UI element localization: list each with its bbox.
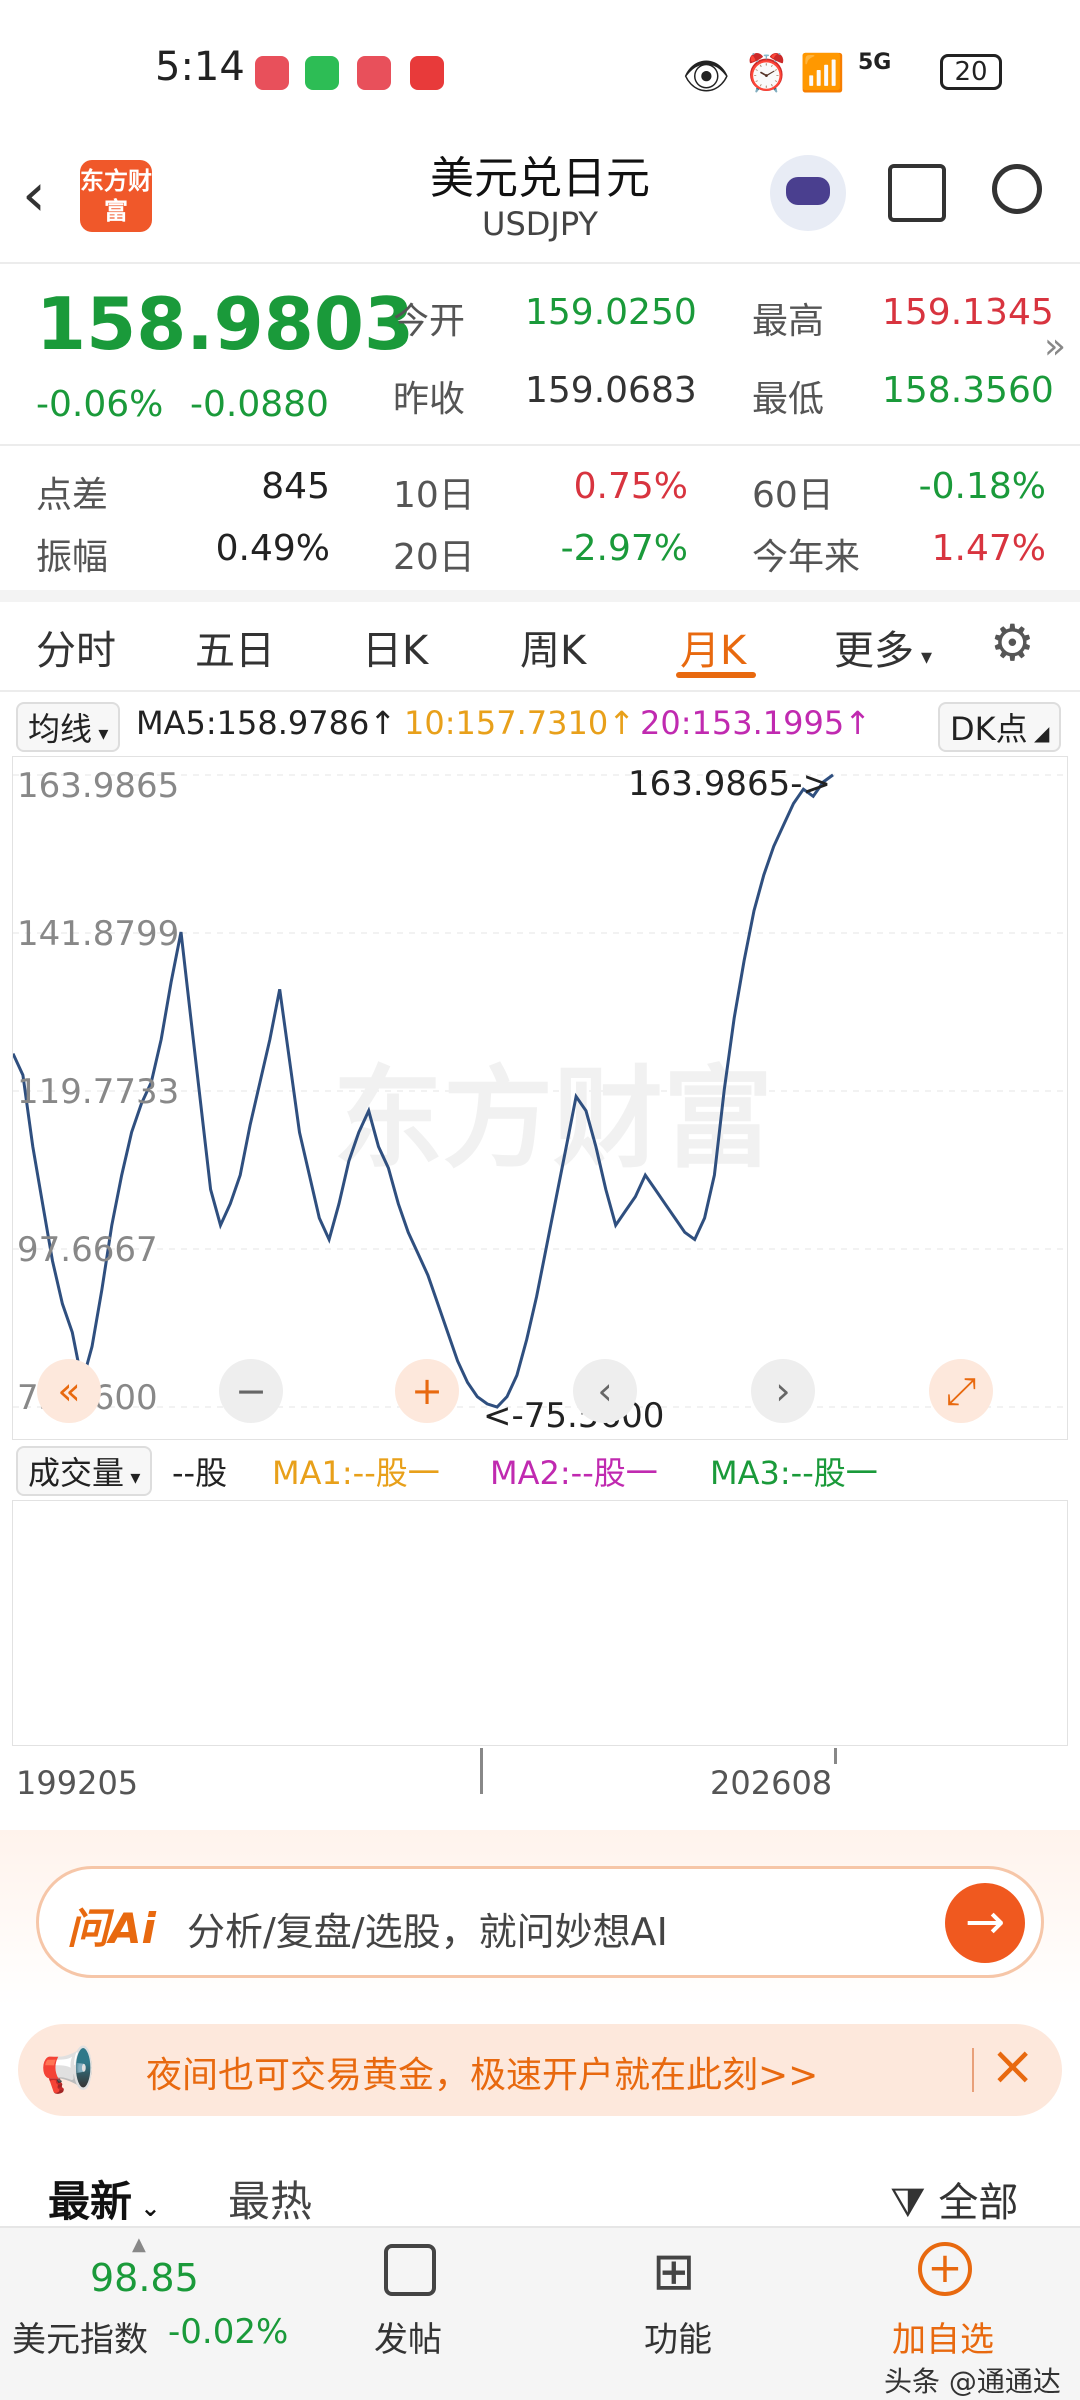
y-axis-tick-label: 163.9865 <box>17 766 179 806</box>
dollar-index-label[interactable]: 美元指数 <box>12 2312 148 2361</box>
function-button-label[interactable]: 功能 <box>644 2312 712 2361</box>
open-value: 159.0250 <box>525 292 697 333</box>
x-axis-start: 199205 <box>16 1764 139 1802</box>
scroll-start-button[interactable]: « <box>37 1359 101 1423</box>
share-icon[interactable] <box>888 164 946 222</box>
tab-monthly-k[interactable]: 月K <box>680 618 746 676</box>
ma-selector[interactable]: 均线 ▾ <box>16 702 121 752</box>
toutiao-icon <box>410 56 444 90</box>
high-label: 最高 <box>752 301 825 342</box>
axis-tick <box>834 1748 837 1764</box>
chart-watermark: 东方财富 <box>333 1055 773 1183</box>
scroll-left-button[interactable]: ‹ <box>573 1359 637 1423</box>
volume-selector[interactable]: 成交量 ▾ <box>16 1446 153 1496</box>
change-pct: -0.06% <box>36 384 164 425</box>
zoom-out-button[interactable]: − <box>219 1359 283 1423</box>
ai-brand-logo: 问Ai <box>67 1904 156 1953</box>
y-axis-tick-label: 141.8799 <box>17 914 179 954</box>
eye-icon: 👁 <box>682 54 731 98</box>
prev-close-label: 昨收 <box>393 379 466 420</box>
alarm-icon: ⏰ <box>744 53 789 94</box>
dk-point-selector[interactable]: DK点 ◢ <box>938 702 1062 752</box>
tab-daily-k[interactable]: 日K <box>362 618 428 676</box>
high-value: 159.1345 <box>882 292 1054 333</box>
status-time: 5:14 <box>155 44 245 90</box>
feed-filter[interactable]: ⧩ 全部 <box>890 2170 1018 2228</box>
low-label: 最低 <box>752 379 825 420</box>
volume-ma2: MA2:--股一 <box>490 1454 658 1492</box>
ma10-value: 10:157.7310↑ <box>404 704 635 742</box>
dollar-index-change[interactable]: -0.02% <box>168 2312 288 2352</box>
ma5-value: MA5:158.9786↑ <box>136 704 397 742</box>
price-chart[interactable]: 东方财富 163.9865141.8799119.773397.666775.5… <box>11 756 1069 1440</box>
feed-tab-hot[interactable]: 最热 <box>228 2168 312 2229</box>
zoom-in-button[interactable]: + <box>395 1359 459 1423</box>
min-price-annotation: <-75.5600 <box>483 1396 664 1436</box>
tab-more[interactable]: 更多 ▾ <box>834 618 932 676</box>
amplitude-value: 0.49% <box>215 528 330 569</box>
settings-gear-icon[interactable]: ⚙ <box>990 614 1035 672</box>
function-grid-icon[interactable]: ⊞ <box>652 2242 696 2302</box>
battery-icon: 20 <box>940 54 1002 90</box>
prev-close-value: 159.0683 <box>525 370 697 411</box>
d60-label: 60日 <box>752 475 834 516</box>
d60-value: -0.18% <box>918 466 1046 507</box>
open-label: 今开 <box>393 301 466 342</box>
ai-submit-arrow-icon[interactable]: → <box>945 1883 1025 1963</box>
ytd-value: 1.47% <box>931 528 1046 569</box>
status-bar: 5:14 👁 ⏰ 📶 5G 20 <box>0 0 1080 140</box>
wechat-icon <box>305 56 339 90</box>
ai-assistant-icon[interactable] <box>770 155 846 231</box>
spread-value: 845 <box>261 466 330 507</box>
amplitude-label: 振幅 <box>36 537 109 578</box>
tab-five-day[interactable]: 五日 <box>195 618 275 676</box>
network-label: 5G <box>858 50 892 75</box>
active-tab-indicator <box>676 672 756 678</box>
y-axis-tick-label: 97.6667 <box>17 1230 158 1270</box>
close-promo-icon[interactable]: × <box>990 2034 1035 2097</box>
crosshair-marker <box>480 1748 483 1794</box>
x-axis-end: 202608 <box>710 1764 833 1802</box>
dollar-index-value[interactable]: 98.85 <box>90 2256 199 2300</box>
expand-quote-icon[interactable]: » <box>1044 326 1066 367</box>
feed-tab-latest[interactable]: 最新 ⌄ <box>48 2168 160 2229</box>
price-chart-svg: 东方财富 163.9865141.8799119.773397.666775.5… <box>11 764 1069 1436</box>
scroll-right-button[interactable]: › <box>751 1359 815 1423</box>
ai-search-placeholder: 分析/复盘/选股，就问妙想AI <box>187 1910 668 1954</box>
promo-banner[interactable]: 📢 夜间也可交易黄金，极速开户就在此刻>> × <box>18 2024 1062 2116</box>
post-edit-icon[interactable] <box>384 2244 436 2296</box>
change-value: -0.0880 <box>190 384 329 425</box>
app-notification-icon <box>255 56 289 90</box>
volume-ma3: MA3:--股一 <box>710 1454 878 1492</box>
tab-weekly-k[interactable]: 周K <box>520 618 586 676</box>
search-icon[interactable] <box>992 164 1042 214</box>
megaphone-icon: 📢 <box>40 2045 95 2096</box>
y-axis-tick-label: 119.7733 <box>17 1072 179 1112</box>
post-button-label[interactable]: 发帖 <box>374 2312 442 2361</box>
bottom-bar: ▲ 98.85 美元指数 -0.02% 发帖 ⊞ 功能 + 加自选 头条 @通通… <box>0 2226 1080 2400</box>
source-credit: 头条 @通通达 <box>884 2365 1061 2398</box>
add-watchlist-icon[interactable]: + <box>918 2242 972 2296</box>
d20-value: -2.97% <box>560 528 688 569</box>
volume-chart[interactable] <box>12 1500 1068 1746</box>
last-price: 158.9803 <box>36 282 415 366</box>
d10-value: 0.75% <box>573 466 688 507</box>
spread-label: 点差 <box>36 475 109 516</box>
wifi-icon: 📶 <box>800 53 845 94</box>
filter-icon: ⧩ <box>890 2180 939 2226</box>
up-caret-icon: ▲ <box>132 2234 146 2255</box>
low-value: 158.3560 <box>882 370 1054 411</box>
fullscreen-button[interactable]: ⤢ <box>929 1359 993 1423</box>
ai-search-bar[interactable]: 问Ai 分析/复盘/选股，就问妙想AI → <box>36 1866 1044 1978</box>
volume-value: --股 <box>172 1454 228 1492</box>
d20-label: 20日 <box>393 537 475 578</box>
d10-label: 10日 <box>393 475 475 516</box>
add-watchlist-label[interactable]: 加自选 <box>892 2312 994 2361</box>
volume-ma1: MA1:--股一 <box>272 1454 440 1492</box>
ma20-value: 20:153.1995↑ <box>640 704 871 742</box>
app-notification-icon <box>357 56 391 90</box>
promo-text: 夜间也可交易黄金，极速开户就在此刻>> <box>146 2055 819 2096</box>
max-price-annotation: 163.9865-> <box>628 764 831 804</box>
tab-intraday[interactable]: 分时 <box>36 618 116 676</box>
